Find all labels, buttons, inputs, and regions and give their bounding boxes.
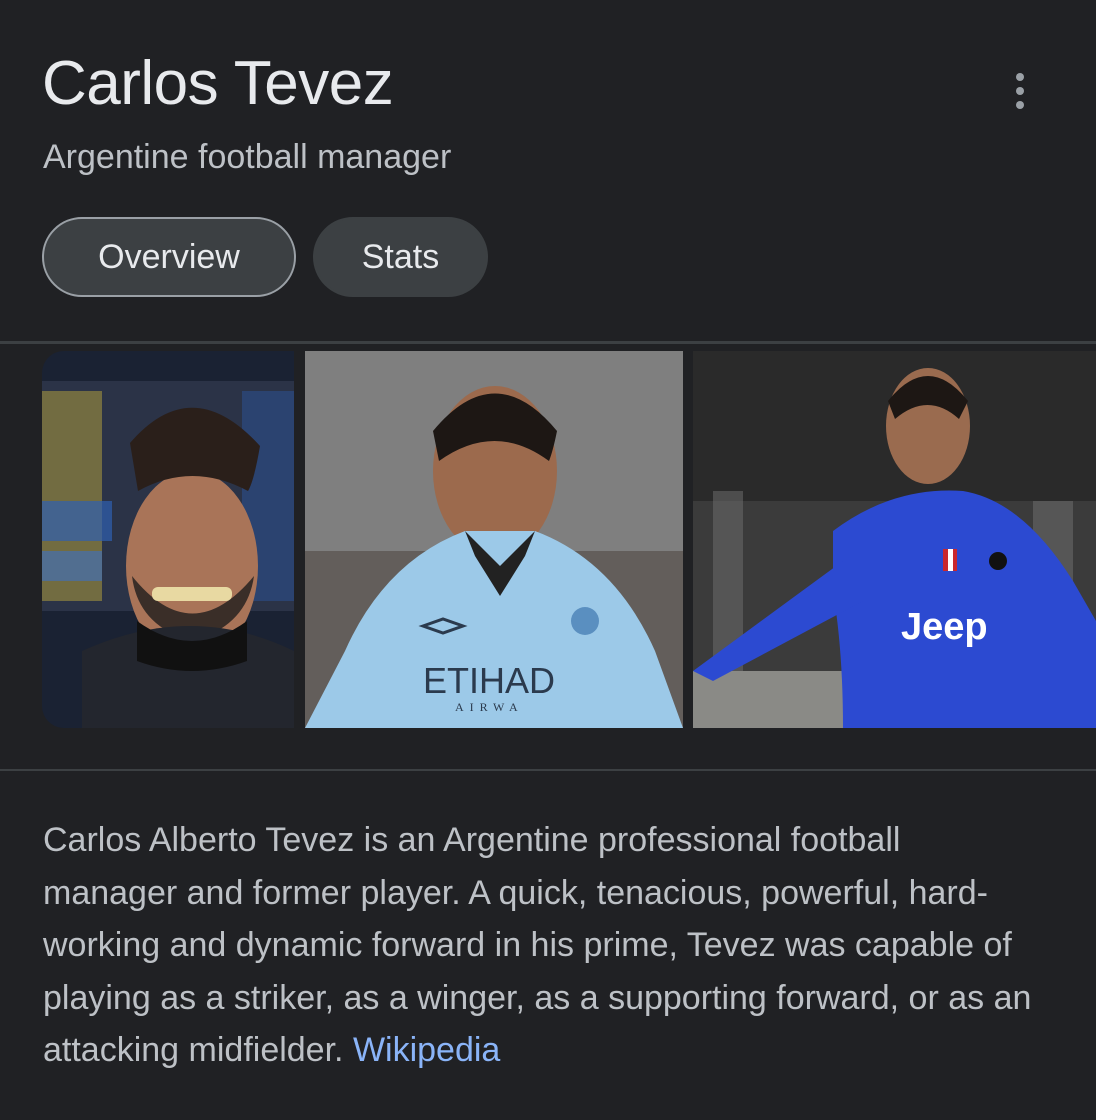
jersey-subtext: AIRWA [455, 700, 524, 714]
description: Carlos Alberto Tevez is an Argentine pro… [43, 814, 1033, 1077]
divider [0, 341, 1096, 344]
divider [0, 769, 1096, 771]
tab-stats[interactable]: Stats [313, 217, 488, 297]
image-portrait-smiling[interactable] [42, 351, 294, 728]
description-text: Carlos Alberto Tevez is an Argentine pro… [43, 821, 1032, 1069]
page-subtitle: Argentine football manager [43, 138, 452, 176]
image-sky-blue-jersey[interactable]: ETIHAD AIRWA [305, 351, 683, 728]
more-vert-icon[interactable] [1000, 68, 1040, 114]
image-blue-striped-jersey[interactable]: Jeep [693, 351, 1096, 728]
page-title: Carlos Tevez [42, 49, 394, 118]
tab-bar: Overview Stats [42, 217, 488, 297]
jersey-text-etihad: ETIHAD [423, 660, 555, 701]
wikipedia-link[interactable]: Wikipedia [353, 1031, 500, 1069]
tab-overview[interactable]: Overview [42, 217, 296, 297]
jersey-text-jeep: Jeep [901, 606, 988, 648]
